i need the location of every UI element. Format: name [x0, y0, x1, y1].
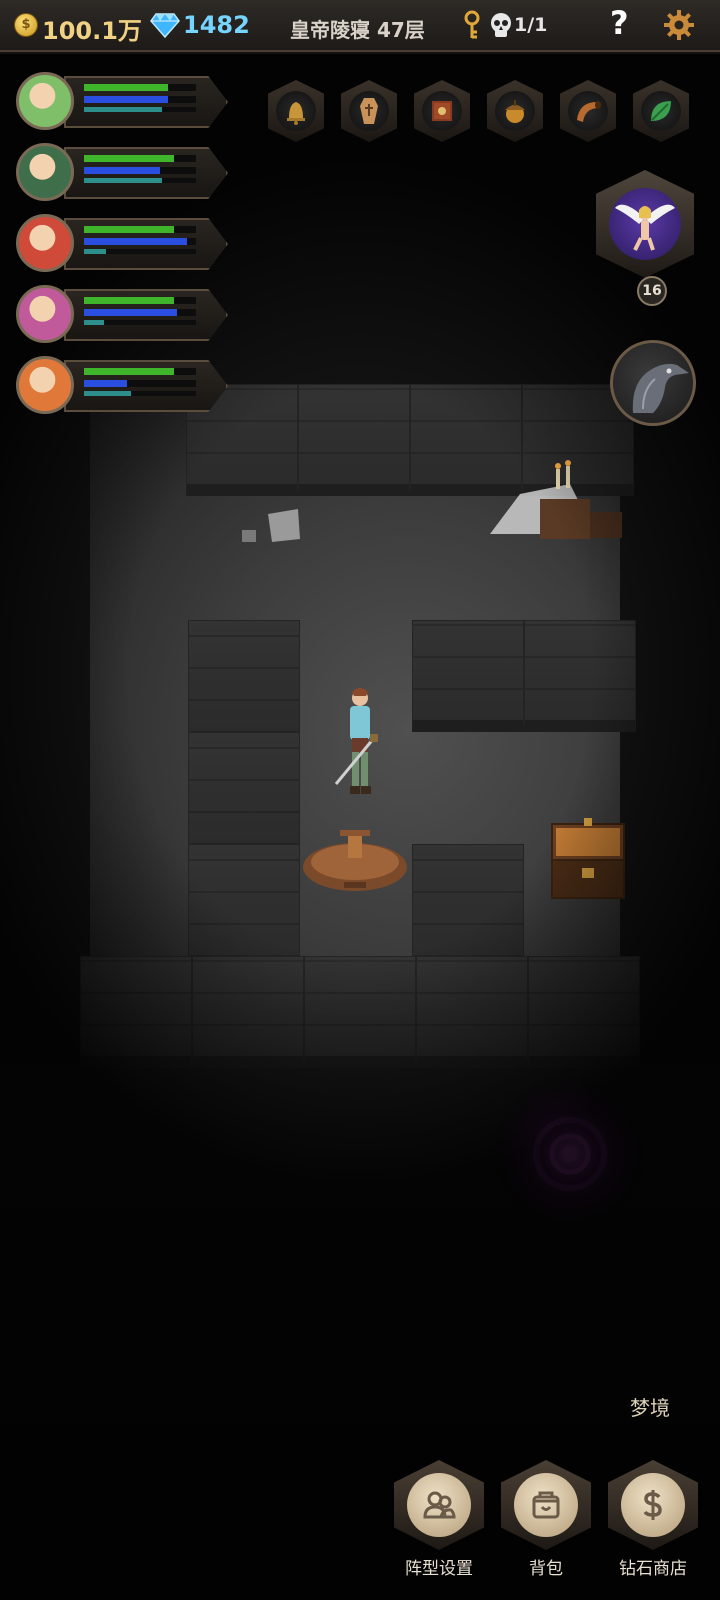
- party-member-2[interactable]: [8, 137, 228, 207]
- hero-portrait[interactable]: [16, 356, 74, 414]
- diamond-icon: [150, 13, 180, 38]
- hp-bar: [84, 155, 174, 162]
- skull-icon: [491, 13, 511, 37]
- hp-bar: [84, 297, 174, 304]
- wall-block: [412, 844, 524, 956]
- treasure-chest[interactable]: [548, 816, 628, 906]
- diamond-shop-label: 钻石商店: [619, 1559, 687, 1579]
- hp-bar: [84, 226, 174, 233]
- gem-amount: 1482: [183, 11, 250, 39]
- altar: [490, 460, 622, 539]
- formation-button[interactable]: [394, 1460, 484, 1550]
- wall-block: [524, 620, 636, 732]
- dollar-icon: [643, 1490, 662, 1520]
- wall-block: [416, 956, 528, 1068]
- hero-portrait[interactable]: [16, 214, 74, 272]
- hp-bar: [84, 368, 174, 375]
- rubble: [242, 509, 300, 542]
- party-member-1[interactable]: [8, 66, 228, 136]
- hero-portrait[interactable]: [16, 143, 74, 201]
- hero-portrait[interactable]: [16, 72, 74, 130]
- mp-bar: [84, 380, 127, 387]
- party-panel: [8, 66, 228, 421]
- bag-button[interactable]: [501, 1460, 591, 1550]
- hp-bar: [84, 84, 168, 91]
- diamond-shop-button[interactable]: [608, 1460, 698, 1550]
- xp-bar: [84, 391, 131, 396]
- xp-bar: [84, 249, 106, 254]
- top-bar: $ 100.1万 1482 皇帝陵寝 47层 1/1 ?: [0, 0, 720, 52]
- wall-block: [188, 732, 300, 844]
- dream-button[interactable]: 梦境: [630, 1392, 670, 1421]
- party-member-5[interactable]: [8, 350, 228, 420]
- wall-block: [298, 384, 410, 496]
- wall-block: [412, 620, 524, 732]
- formation-label: 阵型设置: [405, 1559, 473, 1579]
- bell-icon: [287, 102, 305, 125]
- xp-bar: [84, 320, 104, 325]
- floor-title: 皇帝陵寝 47层: [290, 18, 425, 42]
- raven-icon: [632, 363, 689, 413]
- gold-coin-icon: $: [14, 13, 38, 37]
- coffin-icon: [360, 98, 378, 124]
- player-character[interactable]: [330, 684, 390, 804]
- book-icon: [432, 101, 452, 121]
- mp-bar: [84, 96, 168, 103]
- mp-bar: [84, 309, 177, 316]
- xp-bar: [84, 178, 162, 183]
- formation-icon: [423, 1491, 456, 1519]
- exit-portal[interactable]: [490, 1074, 650, 1234]
- wall-block: [188, 620, 300, 732]
- leaf-icon: [651, 101, 671, 121]
- wall-block: [188, 844, 300, 956]
- wall-block: [528, 956, 640, 1068]
- raven-skill-button[interactable]: [610, 340, 696, 426]
- gold-amount: 100.1万: [42, 17, 142, 45]
- acorn-icon: [505, 100, 525, 123]
- help-button[interactable]: ?: [610, 4, 629, 42]
- hero-portrait[interactable]: [16, 285, 74, 343]
- horn-icon: [577, 101, 601, 122]
- party-member-3[interactable]: [8, 208, 228, 278]
- key-icon: [464, 10, 480, 39]
- mp-bar: [84, 167, 160, 174]
- bag-label: 背包: [529, 1559, 563, 1579]
- wall-block: [80, 956, 192, 1068]
- mp-bar: [84, 238, 187, 245]
- wall-block: [304, 956, 416, 1068]
- wooden-pressure-plate[interactable]: [300, 822, 410, 902]
- wall-block: [192, 956, 304, 1068]
- angel-icon: [615, 204, 675, 251]
- party-member-4[interactable]: [8, 279, 228, 349]
- gear-icon[interactable]: [663, 9, 695, 41]
- kill-counter: 1/1: [514, 14, 548, 36]
- xp-bar: [84, 107, 162, 112]
- bag-icon: [532, 1491, 560, 1519]
- companion-level-badge: 16: [637, 276, 667, 306]
